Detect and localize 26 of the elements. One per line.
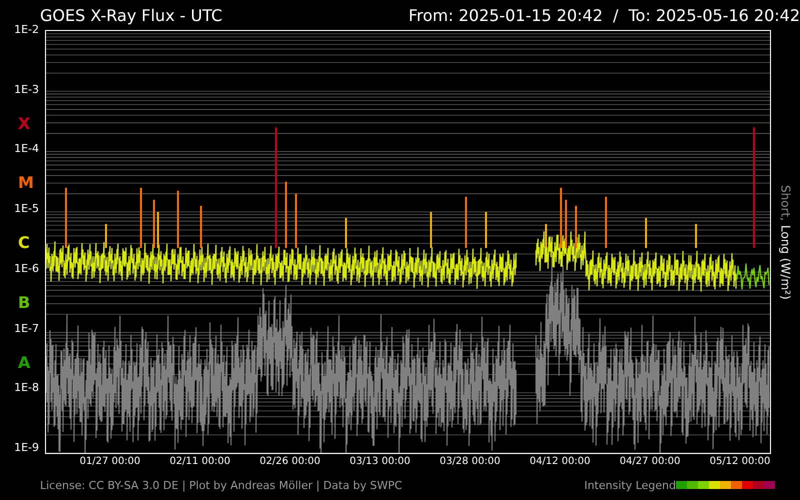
y-tick-label: 1E-7	[14, 322, 39, 335]
credits-text: License: CC BY-SA 3.0 DE | Plot by Andreas Möller | Data by SWPC	[40, 478, 402, 492]
y-tick-label: 1E-6	[14, 262, 39, 275]
y-tick-label: 1E-2	[14, 24, 39, 36]
flare-class-label: B	[18, 294, 30, 311]
y-tick-label: 1E-4	[14, 143, 39, 156]
flare-class-label: A	[18, 354, 30, 371]
chart-title: GOES X-Ray Flux - UTC	[40, 6, 222, 24]
x-tick-label: 02/11 00:00	[168, 455, 232, 469]
x-tick-label: 05/12 00:00	[708, 455, 772, 469]
y-tick-label: 1E-8	[14, 382, 39, 394]
legend-label: Intensity Legend	[584, 478, 676, 492]
y-axis-title: Short, Long (W/m²)	[778, 184, 794, 302]
x-tick-label: 01/27 00:00	[78, 455, 142, 469]
flare-class-label: X	[18, 116, 30, 132]
y-tick-label: 1E-3	[14, 84, 39, 96]
date-range: From: 2025-01-15 20:42 / To: 2025-05-16 20:42	[408, 6, 800, 24]
x-tick-label: 03/28 00:00	[438, 455, 502, 469]
x-tick-label: 03/13 00:00	[348, 455, 412, 469]
flare-class-label: M	[18, 175, 34, 192]
flare-class-label: C	[18, 235, 30, 252]
x-tick-label: 02/26 00:00	[258, 455, 322, 469]
x-tick-label: 04/27 00:00	[618, 455, 682, 469]
x-tick-label: 04/12 00:00	[528, 455, 592, 469]
y-tick-label: 1E-5	[14, 203, 39, 216]
y-tick-label: 1E-9	[14, 442, 39, 454]
